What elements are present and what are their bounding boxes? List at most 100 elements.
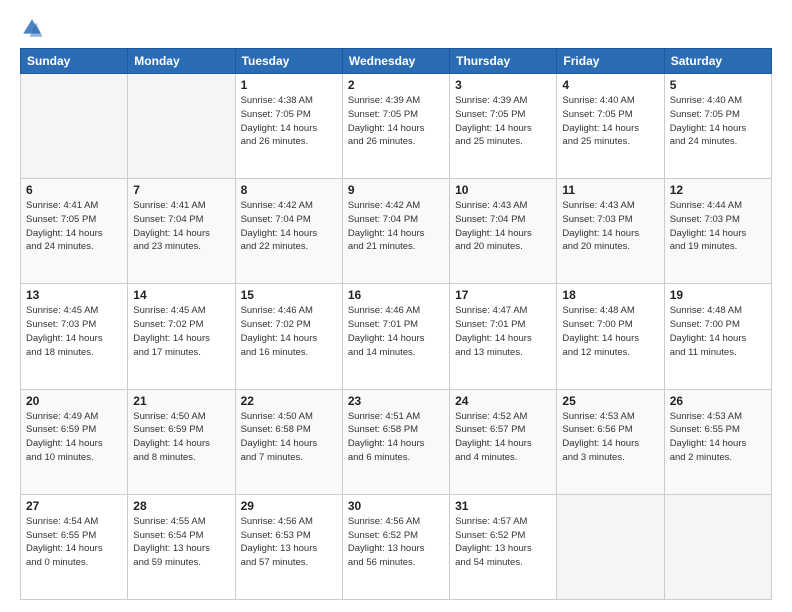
- day-number: 20: [26, 394, 122, 408]
- day-number: 26: [670, 394, 766, 408]
- day-number: 11: [562, 183, 658, 197]
- day-info: Sunrise: 4:41 AMSunset: 7:05 PMDaylight:…: [26, 199, 122, 254]
- day-number: 13: [26, 288, 122, 302]
- calendar-cell: 16 Sunrise: 4:46 AMSunset: 7:01 PMDayligh…: [342, 284, 449, 389]
- calendar-cell: 14 Sunrise: 4:45 AMSunset: 7:02 PMDayligh…: [128, 284, 235, 389]
- day-info: Sunrise: 4:40 AMSunset: 7:05 PMDaylight:…: [670, 94, 766, 149]
- day-number: 1: [241, 78, 337, 92]
- day-number: 27: [26, 499, 122, 513]
- calendar-cell: [21, 74, 128, 179]
- day-info: Sunrise: 4:56 AMSunset: 6:52 PMDaylight:…: [348, 515, 444, 570]
- calendar-cell: 3 Sunrise: 4:39 AMSunset: 7:05 PMDaylight…: [450, 74, 557, 179]
- calendar-cell: 8Sunrise: 4:42 AMSunset: 7:04 PMDaylight…: [235, 179, 342, 284]
- day-info: Sunrise: 4:39 AMSunset: 7:05 PMDaylight:…: [348, 94, 444, 149]
- calendar-cell: 15Sunrise: 4:46 AMSunset: 7:02 PMDayligh…: [235, 284, 342, 389]
- day-info: Sunrise: 4:39 AMSunset: 7:05 PMDaylight:…: [455, 94, 551, 149]
- calendar-cell: 24Sunrise: 4:52 AMSunset: 6:57 PMDayligh…: [450, 389, 557, 494]
- calendar-cell: 7 Sunrise: 4:41 AMSunset: 7:04 PMDaylight…: [128, 179, 235, 284]
- calendar-cell: 19 Sunrise: 4:48 AMSunset: 7:00 PMDayligh…: [664, 284, 771, 389]
- calendar-cell: 17 Sunrise: 4:47 AMSunset: 7:01 PMDayligh…: [450, 284, 557, 389]
- calendar-header-friday: Friday: [557, 49, 664, 74]
- day-number: 6: [26, 183, 122, 197]
- calendar-cell: 27 Sunrise: 4:54 AMSunset: 6:55 PMDayligh…: [21, 494, 128, 599]
- calendar-cell: 10 Sunrise: 4:43 AMSunset: 7:04 PMDayligh…: [450, 179, 557, 284]
- day-info: Sunrise: 4:48 AMSunset: 7:00 PMDaylight:…: [562, 304, 658, 359]
- day-info: Sunrise: 4:52 AMSunset: 6:57 PMDaylight:…: [455, 410, 551, 465]
- calendar-cell: 25 Sunrise: 4:53 AMSunset: 6:56 PMDayligh…: [557, 389, 664, 494]
- calendar-cell: [664, 494, 771, 599]
- day-info: Sunrise: 4:53 AMSunset: 6:55 PMDaylight:…: [670, 410, 766, 465]
- day-number: 7: [133, 183, 229, 197]
- day-number: 9: [348, 183, 444, 197]
- day-info: Sunrise: 4:38 AMSunset: 7:05 PMDaylight:…: [241, 94, 337, 149]
- calendar-cell: 2 Sunrise: 4:39 AMSunset: 7:05 PMDaylight…: [342, 74, 449, 179]
- day-number: 16: [348, 288, 444, 302]
- day-info: Sunrise: 4:54 AMSunset: 6:55 PMDaylight:…: [26, 515, 122, 570]
- calendar-cell: [128, 74, 235, 179]
- day-info: Sunrise: 4:50 AMSunset: 6:58 PMDaylight:…: [241, 410, 337, 465]
- page: SundayMondayTuesdayWednesdayThursdayFrid…: [0, 0, 792, 612]
- calendar-cell: 21 Sunrise: 4:50 AMSunset: 6:59 PMDayligh…: [128, 389, 235, 494]
- calendar-cell: 20Sunrise: 4:49 AMSunset: 6:59 PMDayligh…: [21, 389, 128, 494]
- calendar-header-saturday: Saturday: [664, 49, 771, 74]
- day-info: Sunrise: 4:56 AMSunset: 6:53 PMDaylight:…: [241, 515, 337, 570]
- calendar-cell: 29 Sunrise: 4:56 AMSunset: 6:53 PMDayligh…: [235, 494, 342, 599]
- calendar-week-row: 1 Sunrise: 4:38 AMSunset: 7:05 PMDaylight…: [21, 74, 772, 179]
- calendar-cell: 30 Sunrise: 4:56 AMSunset: 6:52 PMDayligh…: [342, 494, 449, 599]
- calendar-header-monday: Monday: [128, 49, 235, 74]
- calendar-table: SundayMondayTuesdayWednesdayThursdayFrid…: [20, 48, 772, 600]
- calendar-cell: 5Sunrise: 4:40 AMSunset: 7:05 PMDaylight…: [664, 74, 771, 179]
- calendar-header-sunday: Sunday: [21, 49, 128, 74]
- day-info: Sunrise: 4:46 AMSunset: 7:01 PMDaylight:…: [348, 304, 444, 359]
- calendar-header-tuesday: Tuesday: [235, 49, 342, 74]
- day-number: 10: [455, 183, 551, 197]
- day-info: Sunrise: 4:55 AMSunset: 6:54 PMDaylight:…: [133, 515, 229, 570]
- day-info: Sunrise: 4:42 AMSunset: 7:04 PMDaylight:…: [348, 199, 444, 254]
- calendar-cell: 28 Sunrise: 4:55 AMSunset: 6:54 PMDayligh…: [128, 494, 235, 599]
- day-info: Sunrise: 4:48 AMSunset: 7:00 PMDaylight:…: [670, 304, 766, 359]
- day-number: 15: [241, 288, 337, 302]
- calendar-cell: 6 Sunrise: 4:41 AMSunset: 7:05 PMDaylight…: [21, 179, 128, 284]
- day-info: Sunrise: 4:57 AMSunset: 6:52 PMDaylight:…: [455, 515, 551, 570]
- calendar-week-row: 27 Sunrise: 4:54 AMSunset: 6:55 PMDayligh…: [21, 494, 772, 599]
- day-number: 30: [348, 499, 444, 513]
- day-info: Sunrise: 4:50 AMSunset: 6:59 PMDaylight:…: [133, 410, 229, 465]
- calendar-cell: 13 Sunrise: 4:45 AMSunset: 7:03 PMDayligh…: [21, 284, 128, 389]
- day-number: 29: [241, 499, 337, 513]
- calendar-cell: 22Sunrise: 4:50 AMSunset: 6:58 PMDayligh…: [235, 389, 342, 494]
- day-info: Sunrise: 4:43 AMSunset: 7:03 PMDaylight:…: [562, 199, 658, 254]
- day-info: Sunrise: 4:45 AMSunset: 7:03 PMDaylight:…: [26, 304, 122, 359]
- calendar-cell: 23Sunrise: 4:51 AMSunset: 6:58 PMDayligh…: [342, 389, 449, 494]
- day-number: 21: [133, 394, 229, 408]
- day-info: Sunrise: 4:47 AMSunset: 7:01 PMDaylight:…: [455, 304, 551, 359]
- calendar-header-wednesday: Wednesday: [342, 49, 449, 74]
- calendar-cell: 26 Sunrise: 4:53 AMSunset: 6:55 PMDayligh…: [664, 389, 771, 494]
- day-number: 19: [670, 288, 766, 302]
- day-number: 28: [133, 499, 229, 513]
- day-number: 14: [133, 288, 229, 302]
- day-number: 3: [455, 78, 551, 92]
- header: [20, 16, 772, 40]
- day-info: Sunrise: 4:45 AMSunset: 7:02 PMDaylight:…: [133, 304, 229, 359]
- calendar-cell: [557, 494, 664, 599]
- day-number: 18: [562, 288, 658, 302]
- day-number: 2: [348, 78, 444, 92]
- calendar-week-row: 20Sunrise: 4:49 AMSunset: 6:59 PMDayligh…: [21, 389, 772, 494]
- calendar-cell: 4Sunrise: 4:40 AMSunset: 7:05 PMDaylight…: [557, 74, 664, 179]
- calendar-header-thursday: Thursday: [450, 49, 557, 74]
- day-info: Sunrise: 4:53 AMSunset: 6:56 PMDaylight:…: [562, 410, 658, 465]
- day-info: Sunrise: 4:51 AMSunset: 6:58 PMDaylight:…: [348, 410, 444, 465]
- day-info: Sunrise: 4:41 AMSunset: 7:04 PMDaylight:…: [133, 199, 229, 254]
- day-info: Sunrise: 4:44 AMSunset: 7:03 PMDaylight:…: [670, 199, 766, 254]
- day-number: 12: [670, 183, 766, 197]
- calendar-header-row: SundayMondayTuesdayWednesdayThursdayFrid…: [21, 49, 772, 74]
- day-info: Sunrise: 4:40 AMSunset: 7:05 PMDaylight:…: [562, 94, 658, 149]
- day-info: Sunrise: 4:43 AMSunset: 7:04 PMDaylight:…: [455, 199, 551, 254]
- logo: [20, 16, 48, 40]
- calendar-week-row: 6 Sunrise: 4:41 AMSunset: 7:05 PMDaylight…: [21, 179, 772, 284]
- day-number: 17: [455, 288, 551, 302]
- calendar-cell: 12 Sunrise: 4:44 AMSunset: 7:03 PMDayligh…: [664, 179, 771, 284]
- calendar-week-row: 13 Sunrise: 4:45 AMSunset: 7:03 PMDayligh…: [21, 284, 772, 389]
- day-number: 25: [562, 394, 658, 408]
- day-number: 8: [241, 183, 337, 197]
